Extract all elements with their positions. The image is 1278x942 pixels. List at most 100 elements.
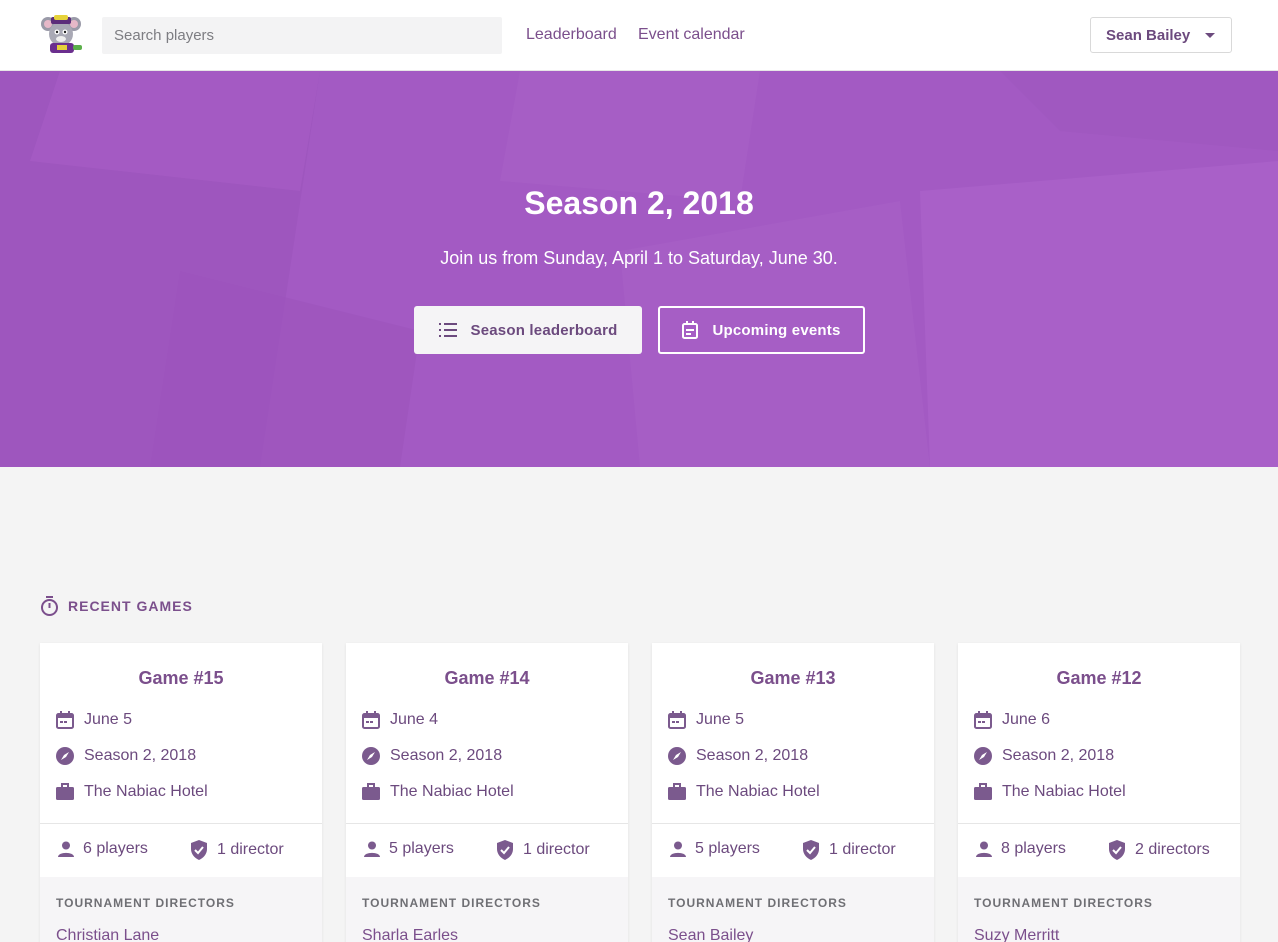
game-card[interactable]: Game #15 June 5 Season 2, 2018 The Nabia…	[40, 643, 322, 942]
director-count: 2 directors	[1108, 840, 1210, 860]
game-season[interactable]: Season 2, 2018	[390, 747, 502, 765]
tournament-directors-label: TOURNAMENT DIRECTORS	[974, 896, 1153, 910]
game-date: June 4	[390, 711, 439, 728]
tournament-directors-label: TOURNAMENT DIRECTORS	[56, 896, 235, 910]
season-dates-text: Join us from Sunday, April 1 to Saturday…	[440, 248, 838, 268]
game-title[interactable]: Game #14	[346, 668, 628, 689]
shield-check-icon	[190, 840, 208, 860]
player-count-text: 6 players	[83, 840, 148, 857]
game-date-row: June 4	[362, 711, 438, 729]
game-venue-row: The Nabiac Hotel	[56, 783, 208, 801]
compass-icon	[974, 747, 992, 765]
shield-check-icon	[802, 840, 820, 860]
mascot-logo[interactable]	[40, 14, 84, 54]
game-title[interactable]: Game #15	[40, 668, 322, 689]
director-name-link[interactable]: Suzy Merritt	[974, 927, 1059, 942]
season-leaderboard-label: Season leaderboard	[470, 321, 618, 339]
game-card[interactable]: Game #12 June 6 Season 2, 2018 The Nabia…	[958, 643, 1240, 942]
card-divider	[346, 823, 628, 824]
tournament-directors-label: TOURNAMENT DIRECTORS	[362, 896, 541, 910]
game-season[interactable]: Season 2, 2018	[1002, 747, 1114, 765]
calendar-icon	[56, 711, 74, 729]
game-date: June 6	[1002, 711, 1051, 728]
list-icon	[438, 322, 457, 338]
recent-games-title: RECENT GAMES	[68, 598, 193, 614]
hero-background-pattern	[0, 71, 1278, 467]
game-venue[interactable]: The Nabiac Hotel	[1002, 783, 1126, 801]
game-venue-row: The Nabiac Hotel	[668, 783, 820, 801]
recent-games-heading: RECENT GAMES	[40, 596, 193, 616]
player-count-text: 5 players	[389, 840, 454, 857]
compass-icon	[668, 747, 686, 765]
season-hero-banner: Season 2, 2018 Join us from Sunday, Apri…	[0, 71, 1278, 467]
game-venue-row: The Nabiac Hotel	[974, 783, 1126, 801]
director-name-link[interactable]: Sean Bailey	[668, 927, 753, 942]
stopwatch-icon	[40, 596, 59, 616]
game-venue[interactable]: The Nabiac Hotel	[84, 783, 208, 801]
tournament-directors-section: TOURNAMENT DIRECTORS Christian Lane	[40, 877, 322, 942]
briefcase-icon	[668, 783, 686, 801]
game-title[interactable]: Game #13	[652, 668, 934, 689]
top-navigation-bar: Leaderboard Event calendar Sean Bailey	[0, 0, 1278, 71]
player-count-text: 5 players	[695, 840, 760, 857]
player-count: 5 players	[670, 840, 760, 858]
compass-icon	[56, 747, 74, 765]
game-season[interactable]: Season 2, 2018	[84, 747, 196, 765]
player-count-text: 8 players	[1001, 840, 1066, 857]
briefcase-icon	[56, 783, 74, 801]
game-season-row: Season 2, 2018	[668, 747, 808, 765]
person-icon	[976, 841, 992, 857]
director-count-text: 1 director	[523, 841, 590, 858]
season-leaderboard-button[interactable]: Season leaderboard	[414, 306, 642, 354]
season-title: Season 2, 2018	[524, 185, 754, 221]
card-divider	[958, 823, 1240, 824]
calendar-icon	[668, 711, 686, 729]
nav-leaderboard-link[interactable]: Leaderboard	[526, 26, 617, 44]
card-divider	[40, 823, 322, 824]
game-date-row: June 5	[668, 711, 744, 729]
game-venue[interactable]: The Nabiac Hotel	[390, 783, 514, 801]
director-count-text: 1 director	[217, 841, 284, 858]
person-icon	[58, 841, 74, 857]
upcoming-events-button[interactable]: Upcoming events	[658, 306, 865, 354]
game-card[interactable]: Game #14 June 4 Season 2, 2018 The Nabia…	[346, 643, 628, 942]
shield-check-icon	[496, 840, 514, 860]
tournament-directors-section: TOURNAMENT DIRECTORS Suzy Merritt	[958, 877, 1240, 942]
card-divider	[652, 823, 934, 824]
caret-down-icon	[1205, 33, 1215, 38]
game-card[interactable]: Game #13 June 5 Season 2, 2018 The Nabia…	[652, 643, 934, 942]
game-title[interactable]: Game #12	[958, 668, 1240, 689]
search-players-input[interactable]	[102, 17, 502, 54]
compass-icon	[362, 747, 380, 765]
game-season[interactable]: Season 2, 2018	[696, 747, 808, 765]
game-venue-row: The Nabiac Hotel	[362, 783, 514, 801]
director-count: 1 director	[190, 840, 284, 860]
briefcase-icon	[974, 783, 992, 801]
user-name: Sean Bailey	[1106, 26, 1191, 44]
game-venue[interactable]: The Nabiac Hotel	[696, 783, 820, 801]
game-season-row: Season 2, 2018	[974, 747, 1114, 765]
director-count: 1 director	[496, 840, 590, 860]
tournament-directors-section: TOURNAMENT DIRECTORS Sean Bailey	[652, 877, 934, 942]
user-menu-button[interactable]: Sean Bailey	[1090, 17, 1232, 53]
game-date: June 5	[696, 711, 745, 728]
director-name-link[interactable]: Christian Lane	[56, 927, 159, 942]
nav-event-calendar-link[interactable]: Event calendar	[638, 26, 745, 44]
player-count: 5 players	[364, 840, 454, 858]
director-count: 1 director	[802, 840, 896, 860]
tournament-directors-label: TOURNAMENT DIRECTORS	[668, 896, 847, 910]
person-icon	[364, 841, 380, 857]
director-count-text: 1 director	[829, 841, 896, 858]
upcoming-events-label: Upcoming events	[712, 321, 841, 339]
briefcase-icon	[362, 783, 380, 801]
tournament-directors-section: TOURNAMENT DIRECTORS Sharla Earles	[346, 877, 628, 942]
player-count: 6 players	[58, 840, 148, 858]
game-date: June 5	[84, 711, 133, 728]
game-season-row: Season 2, 2018	[362, 747, 502, 765]
shield-check-icon	[1108, 840, 1126, 860]
person-icon	[670, 841, 686, 857]
director-count-text: 2 directors	[1135, 841, 1210, 858]
director-name-link[interactable]: Sharla Earles	[362, 927, 458, 942]
player-count: 8 players	[976, 840, 1066, 858]
game-date-row: June 6	[974, 711, 1050, 729]
